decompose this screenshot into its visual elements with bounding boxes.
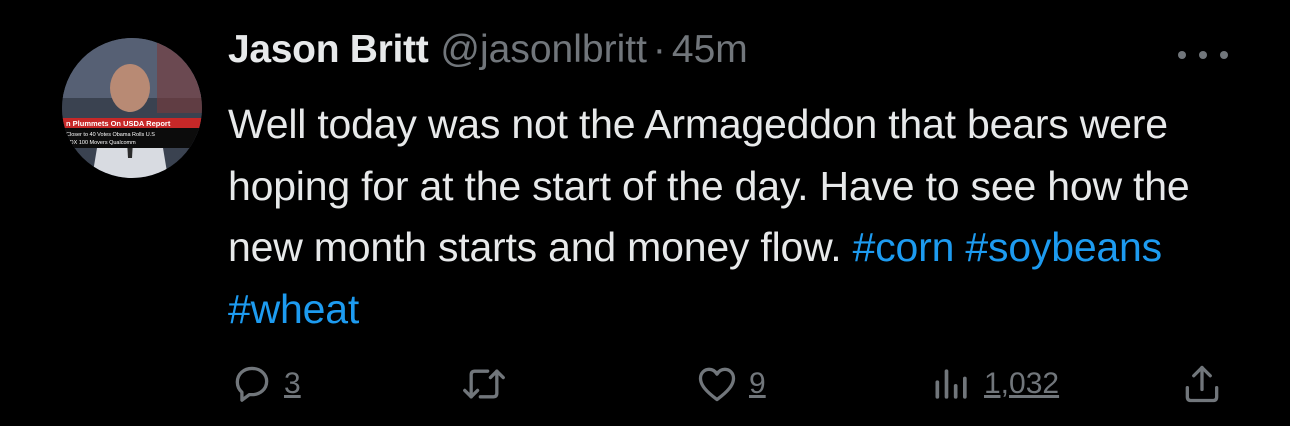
views-count: 1,032	[984, 367, 1060, 400]
share-button[interactable]	[1180, 354, 1224, 414]
reply-count: 3	[284, 367, 301, 400]
more-dot	[1178, 51, 1186, 59]
separator-dot: ·	[652, 28, 666, 71]
hashtag-soybeans[interactable]: #soybeans	[965, 224, 1162, 270]
tweet-text: Well today was not the Armageddon that b…	[228, 94, 1228, 340]
share-icon	[1180, 362, 1224, 406]
author-name[interactable]: Jason Britt	[228, 28, 429, 72]
like-button[interactable]: 9	[695, 354, 766, 414]
heart-icon	[695, 362, 739, 406]
like-count: 9	[749, 367, 766, 400]
action-bar: 3 9 1,032	[0, 354, 1290, 414]
more-options-icon[interactable]	[1178, 40, 1228, 70]
avatar-caption-line-1: n Plummets On USDA Report	[66, 119, 171, 128]
author-handle[interactable]: @jasonlbritt	[440, 28, 647, 72]
retweet-button[interactable]	[460, 354, 508, 414]
avatar[interactable]: n Plummets On USDA Report Closer to 40 V…	[62, 38, 202, 178]
more-dot	[1199, 51, 1207, 59]
views-icon	[930, 362, 974, 406]
hashtag-corn[interactable]: #corn	[853, 224, 955, 270]
avatar-caption-line-2: Closer to 40 Votes Obama Rolls U.S	[66, 132, 155, 138]
avatar-caption-line-3: EDX 100 Movers Qualcomm	[66, 140, 136, 146]
retweet-icon	[460, 362, 508, 406]
tweet-header: Jason Britt @jasonlbritt · 45m	[228, 28, 1228, 86]
timestamp[interactable]: 45m	[672, 28, 748, 72]
more-dot	[1220, 51, 1228, 59]
reply-button[interactable]: 3	[230, 354, 301, 414]
reply-icon	[230, 362, 274, 406]
avatar-image: n Plummets On USDA Report Closer to 40 V…	[62, 38, 202, 178]
views-button[interactable]: 1,032	[930, 354, 1059, 414]
hashtag-wheat[interactable]: #wheat	[228, 286, 359, 332]
